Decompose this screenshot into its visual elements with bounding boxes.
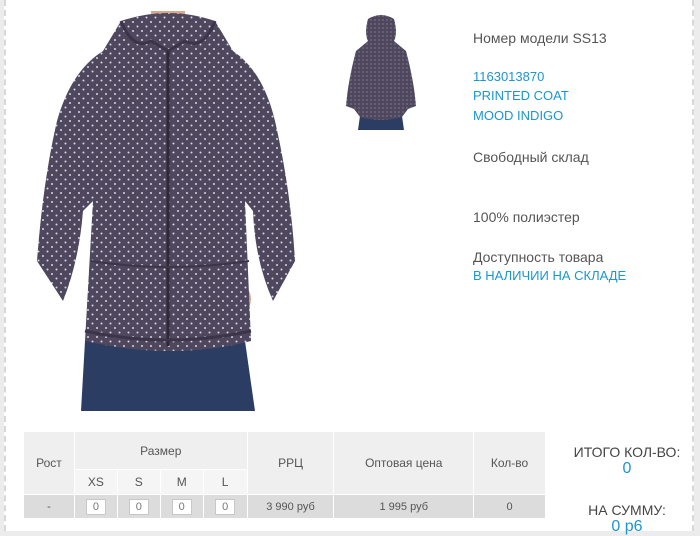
total-sum-label: НА СУММУ: [588, 502, 666, 518]
qty-header: Кол-во [473, 431, 546, 495]
product-card: Номер модели SS13 1163013870 PRINTED COA… [4, 0, 694, 535]
size-l-qty-input[interactable] [215, 498, 236, 515]
model-number: Номер модели SS13 [473, 30, 607, 46]
height-cell: - [23, 494, 75, 519]
jacket-front-image [37, 11, 295, 411]
size-s-cell [116, 494, 161, 519]
size-m-header: M [159, 469, 204, 495]
product-back-thumbnail[interactable] [338, 11, 424, 130]
product-main-photo[interactable] [23, 11, 309, 411]
product-code-link[interactable]: 1163013870 [473, 69, 544, 84]
wholesale-price-cell: 1 995 руб [333, 494, 475, 519]
rrp-header: РРЦ [246, 431, 335, 495]
product-material: 100% полиэстер [473, 209, 580, 225]
qty-cell: 0 [473, 494, 546, 519]
size-xs-header: XS [73, 469, 118, 495]
wholesale-price-header: Оптовая цена [333, 431, 475, 495]
order-table: Рост Размер РРЦ Оптовая цена Кол-во XS S… [23, 431, 546, 519]
size-m-cell [159, 494, 204, 519]
size-s-header: S [116, 469, 161, 495]
table-row: - 3 990 руб 1 995 руб 0 [23, 494, 546, 519]
product-name-link[interactable]: PRINTED COAT [473, 88, 569, 103]
size-xs-cell [73, 494, 118, 519]
availability-status: В НАЛИЧИИ НА СКЛАДЕ [473, 268, 627, 283]
product-fit: Свободный склад [473, 149, 589, 165]
jacket-back-image [346, 15, 416, 130]
size-header: Размер [73, 431, 248, 470]
size-xs-qty-input[interactable] [85, 498, 106, 515]
rrp-cell: 3 990 руб [246, 494, 335, 519]
total-qty-label: ИТОГО КОЛ-ВО: [573, 444, 681, 460]
availability-label: Доступность товара [473, 249, 604, 265]
product-color-link[interactable]: MOOD INDIGO [473, 108, 563, 123]
size-m-qty-input[interactable] [171, 498, 192, 515]
size-l-header: L [202, 469, 248, 495]
size-l-cell [202, 494, 248, 519]
total-sum-value: 0 р6 [611, 518, 643, 535]
total-qty-block: ИТОГО КОЛ-ВО: 0 [562, 444, 692, 478]
size-s-qty-input[interactable] [128, 498, 149, 515]
total-qty-value: 0 [622, 460, 632, 477]
height-header: Рост [23, 431, 75, 495]
